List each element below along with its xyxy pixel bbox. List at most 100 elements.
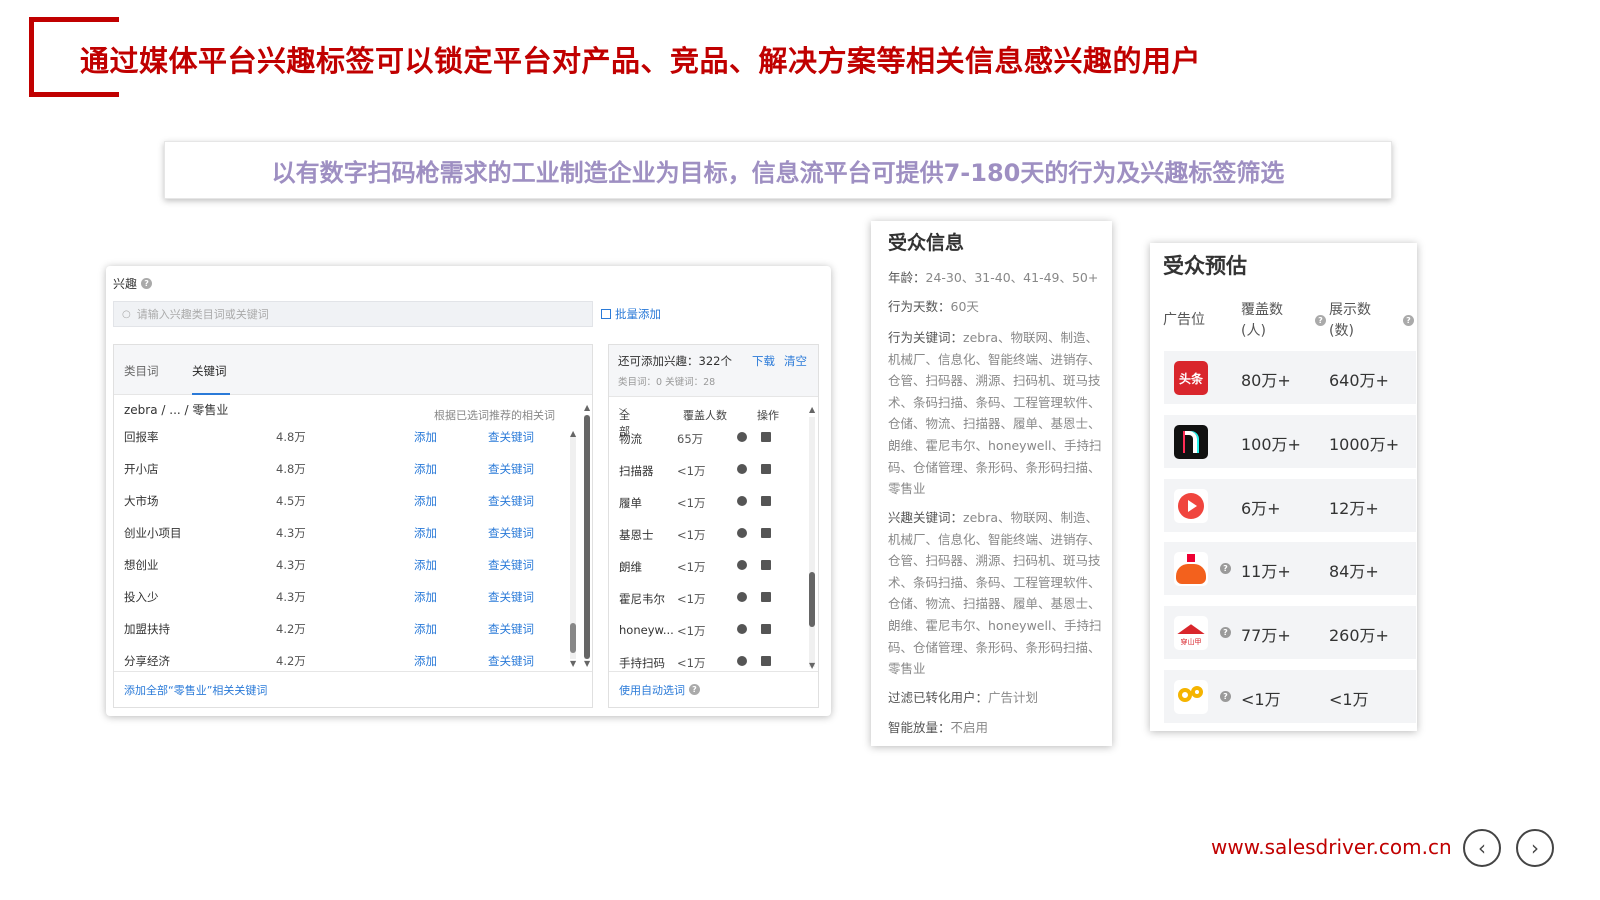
search-icon[interactable] (737, 496, 747, 506)
add-keyword-button[interactable]: 添加 (414, 493, 437, 509)
add-keyword-button[interactable]: 添加 (414, 429, 437, 445)
next-slide-button[interactable]: › (1516, 829, 1554, 867)
tab-category-words[interactable]: 类目词 (124, 363, 159, 379)
page-title: 通过媒体平台兴趣标签可以锁定平台对产品、竞品、解决方案等相关信息感兴趣的用户 (80, 44, 1202, 78)
help-icon[interactable]: ? (1220, 563, 1231, 575)
estimate-row: ? 11万+ 84万+ (1164, 542, 1416, 596)
keyword-row: 回报率 4.8万 添加 查关键词 (124, 429, 574, 449)
selected-keyword-row: 基恩士 <1万 (619, 527, 809, 547)
download-link[interactable]: 下载 (752, 353, 775, 369)
breadcrumb[interactable]: zebra / ... / 零售业 (124, 401, 228, 418)
interest-keywords: 兴趣关键词：zebra、物联网、制造、机械厂、信息化、智能终端、进销存、仓管、扫… (888, 510, 1102, 677)
scroll-thumb[interactable] (570, 623, 576, 653)
trash-icon[interactable] (761, 464, 771, 474)
col-coverage: 覆盖数 (人) (1241, 302, 1283, 339)
trash-icon[interactable] (761, 496, 771, 506)
add-keyword-button[interactable]: 添加 (414, 557, 437, 573)
coverage-value: 100万+ (1241, 434, 1301, 454)
scroll-down-icon[interactable]: ▼ (570, 659, 576, 668)
help-icon[interactable]: ? (141, 278, 153, 289)
prev-slide-button[interactable]: ‹ (1463, 829, 1501, 867)
help-icon[interactable]: ? (1403, 315, 1414, 326)
add-keyword-button[interactable]: 添加 (414, 525, 437, 541)
selected-keyword-row: 扫描器 <1万 (619, 463, 809, 483)
selected-keyword-row: 朗维 <1万 (619, 559, 809, 579)
search-icon[interactable] (737, 656, 747, 666)
add-keyword-button[interactable]: 添加 (414, 621, 437, 637)
keyword-count: 4.3万 (276, 590, 306, 604)
trash-icon[interactable] (761, 624, 771, 634)
add-keyword-button[interactable]: 添加 (414, 461, 437, 477)
selected-word: 手持扫码 (619, 656, 665, 670)
keyword-word: 开小店 (124, 462, 159, 476)
related-keywords-link[interactable]: 查关键词 (488, 557, 534, 573)
batch-add-button[interactable]: 批量添加 (601, 306, 661, 322)
smart-volume-row: 智能放量：不启用 (888, 720, 989, 735)
trash-icon[interactable] (761, 528, 771, 538)
auto-select-link[interactable]: 使用自动选词 ? (609, 671, 818, 707)
search-icon[interactable] (737, 624, 747, 634)
search-icon[interactable] (737, 464, 747, 474)
keyword-scrollbar[interactable] (570, 437, 576, 659)
scroll-up-icon[interactable]: ▲ (570, 429, 576, 438)
related-keywords-link[interactable]: 查关键词 (488, 429, 534, 445)
search-icon[interactable] (737, 528, 747, 538)
help-icon[interactable]: ? (1220, 627, 1231, 639)
related-keywords-link[interactable]: 查关键词 (488, 493, 534, 509)
search-icon[interactable] (737, 592, 747, 602)
outer-scroll-down-icon[interactable]: ▼ (584, 659, 590, 668)
interest-header: 兴趣 ? (113, 275, 153, 292)
outer-scroll-thumb[interactable] (584, 415, 590, 659)
selected-scroll-down-icon[interactable]: ▼ (809, 661, 815, 670)
keyword-row: 开小店 4.8万 添加 查关键词 (124, 461, 574, 481)
selected-scroll-thumb[interactable] (809, 572, 815, 627)
interest-search-input[interactable]: ○ 请输入兴趣类目词或关键词 (113, 301, 593, 327)
selected-scroll-up-icon[interactable]: ▲ (809, 405, 815, 414)
selected-keyword-row: 霍尼韦尔 <1万 (619, 591, 809, 611)
search-icon[interactable] (737, 560, 747, 570)
help-icon[interactable]: ? (1220, 691, 1231, 702)
keyword-count: 4.8万 (276, 430, 306, 444)
audience-estimate-title: 受众预估 (1163, 254, 1247, 278)
estimate-row: 穿山甲? 77万+ 260万+ (1164, 606, 1416, 660)
related-keywords-link[interactable]: 查关键词 (488, 589, 534, 605)
add-all-link[interactable]: 添加全部“零售业”相关关键词 (114, 671, 592, 707)
clear-link[interactable]: 清空 (784, 353, 807, 369)
douyin-logo (1174, 424, 1208, 459)
subtitle-banner: 以有数字扫码枪需求的工业制造企业为目标，信息流平台可提供7-180天的行为及兴趣… (164, 141, 1392, 199)
toutiao-logo: 头条 (1174, 361, 1208, 395)
add-keyword-button[interactable]: 添加 (414, 589, 437, 605)
impressions-value: 84万+ (1329, 562, 1379, 582)
chevron-down-icon: ﹀ (619, 408, 627, 417)
trash-icon[interactable] (761, 560, 771, 570)
search-icon[interactable] (737, 432, 747, 442)
subtitle-text: 以有数字扫码枪需求的工业制造企业为目标，信息流平台可提供7-180天的行为及兴趣… (271, 158, 1285, 187)
add-keyword-button[interactable]: 添加 (414, 653, 437, 669)
tab-keywords[interactable]: 关键词 (192, 363, 227, 379)
help-icon[interactable]: ? (689, 684, 700, 695)
selected-scrollbar[interactable] (809, 417, 815, 667)
search-placeholder: 请输入兴趣类目词或关键词 (136, 308, 269, 321)
selected-count: 65万 (677, 432, 704, 446)
related-keywords-link[interactable]: 查关键词 (488, 653, 534, 669)
outer-scroll-up-icon[interactable]: ▲ (584, 403, 590, 412)
selected-count: <1万 (677, 560, 706, 574)
trash-icon[interactable] (761, 656, 771, 666)
related-keywords-link[interactable]: 查关键词 (488, 621, 534, 637)
related-keywords-link[interactable]: 查关键词 (488, 461, 534, 477)
website-link[interactable]: www.salesdriver.com.cn (1211, 835, 1452, 859)
keyword-row: 分享经济 4.2万 添加 查关键词 (124, 653, 574, 673)
selected-keywords-box: 还可添加兴趣：322个 下载 清空 类目词：0 关键词：28 全部 ﹀ 覆盖人数 … (608, 344, 819, 708)
keyword-row: 想创业 4.3万 添加 查关键词 (124, 557, 574, 577)
days-row: 行为天数：60天 (888, 299, 979, 314)
coverage-value: <1万 (1241, 690, 1281, 709)
trash-icon[interactable] (761, 592, 771, 602)
outer-scrollbar[interactable] (584, 415, 590, 659)
estimate-row: ? <1万 <1万 (1164, 670, 1416, 723)
col-coverage: 覆盖人数 (683, 409, 727, 422)
impressions-value: <1万 (1329, 690, 1369, 709)
related-keywords-link[interactable]: 查关键词 (488, 525, 534, 541)
help-icon[interactable]: ? (1315, 315, 1326, 326)
trash-icon[interactable] (761, 432, 771, 442)
other-logo (1174, 680, 1208, 714)
